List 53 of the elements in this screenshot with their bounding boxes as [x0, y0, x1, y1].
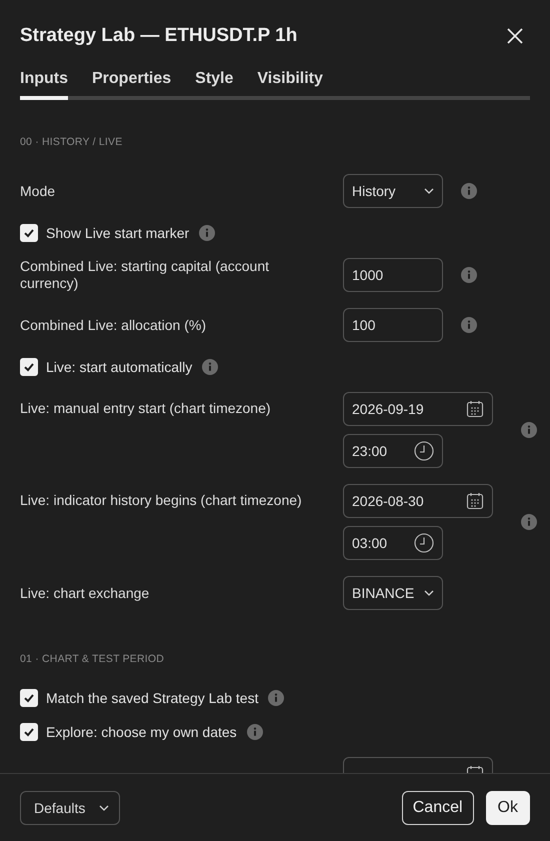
checkbox-label[interactable]: Live: start automatically	[46, 359, 192, 375]
checkbox-label[interactable]: Show Live start marker	[46, 225, 190, 241]
ok-button[interactable]: Ok	[486, 790, 530, 824]
tab[interactable]: Inputs	[20, 70, 68, 100]
checkbox-label[interactable]: Explore: choose my own dates	[46, 724, 237, 740]
field-label: Live: indicator history begins (chart timezone)	[20, 492, 303, 509]
checkmark-icon	[23, 227, 35, 239]
cancel-button[interactable]: Cancel	[402, 790, 474, 824]
defaults-dropdown[interactable]: Defaults	[20, 790, 120, 824]
time-field[interactable]: 03:00	[343, 526, 443, 560]
info-icon[interactable]	[246, 724, 263, 740]
checkbox[interactable]	[20, 689, 38, 707]
clock-icon[interactable]	[414, 441, 434, 461]
input-field[interactable]: 100	[343, 308, 443, 342]
close-icon[interactable]	[506, 27, 524, 45]
calendar-icon[interactable]	[466, 400, 484, 418]
info-icon[interactable]	[268, 690, 284, 706]
checkmark-icon	[23, 361, 35, 373]
section-heading: 01 · CHART & TEST PERIOD	[20, 653, 166, 665]
time-field[interactable]: 23:00	[343, 434, 443, 468]
field-label: Combined Live: allocation (%)	[20, 316, 207, 334]
window-title: Strategy Lab — ETHUSDT.P 1h	[20, 25, 298, 47]
info-icon[interactable]	[461, 267, 477, 283]
info-icon[interactable]	[199, 225, 216, 241]
checkmark-icon	[23, 692, 35, 704]
checkbox[interactable]	[20, 723, 38, 741]
field-label: Combined Live: starting capital (account currency)	[20, 258, 270, 292]
field-label: Live: manual entry start (chart timezone)	[20, 400, 272, 417]
input-field[interactable]: 1000	[343, 258, 443, 292]
checkbox[interactable]	[20, 224, 38, 242]
dropdown[interactable]: BINANCE	[343, 576, 443, 610]
checkbox[interactable]	[20, 358, 38, 376]
field-label: Mode	[20, 182, 56, 200]
checkmark-icon	[23, 726, 35, 738]
clock-icon[interactable]	[414, 533, 434, 553]
dropdown[interactable]: History	[343, 174, 443, 208]
section-heading: 00 · HISTORY / LIVE	[20, 136, 124, 148]
date-field[interactable]: 2026-09-19	[343, 392, 493, 426]
tab[interactable]: Visibility	[257, 70, 323, 100]
chevron-down-icon[interactable]	[99, 804, 109, 810]
info-icon[interactable]	[521, 422, 537, 438]
calendar-icon[interactable]	[466, 492, 484, 510]
chevron-down-icon[interactable]	[424, 188, 434, 194]
info-icon[interactable]	[521, 514, 537, 530]
chevron-down-icon[interactable]	[424, 590, 434, 596]
tab[interactable]: Style	[195, 70, 234, 100]
info-icon[interactable]	[461, 183, 477, 199]
info-icon[interactable]	[461, 317, 477, 333]
date-field[interactable]: 2026-08-30	[343, 484, 493, 518]
info-icon[interactable]	[202, 359, 218, 375]
checkbox-label[interactable]: Match the saved Strategy Lab test	[46, 690, 258, 706]
field-label: Live: chart exchange	[20, 584, 150, 602]
tab[interactable]: Properties	[92, 70, 172, 100]
